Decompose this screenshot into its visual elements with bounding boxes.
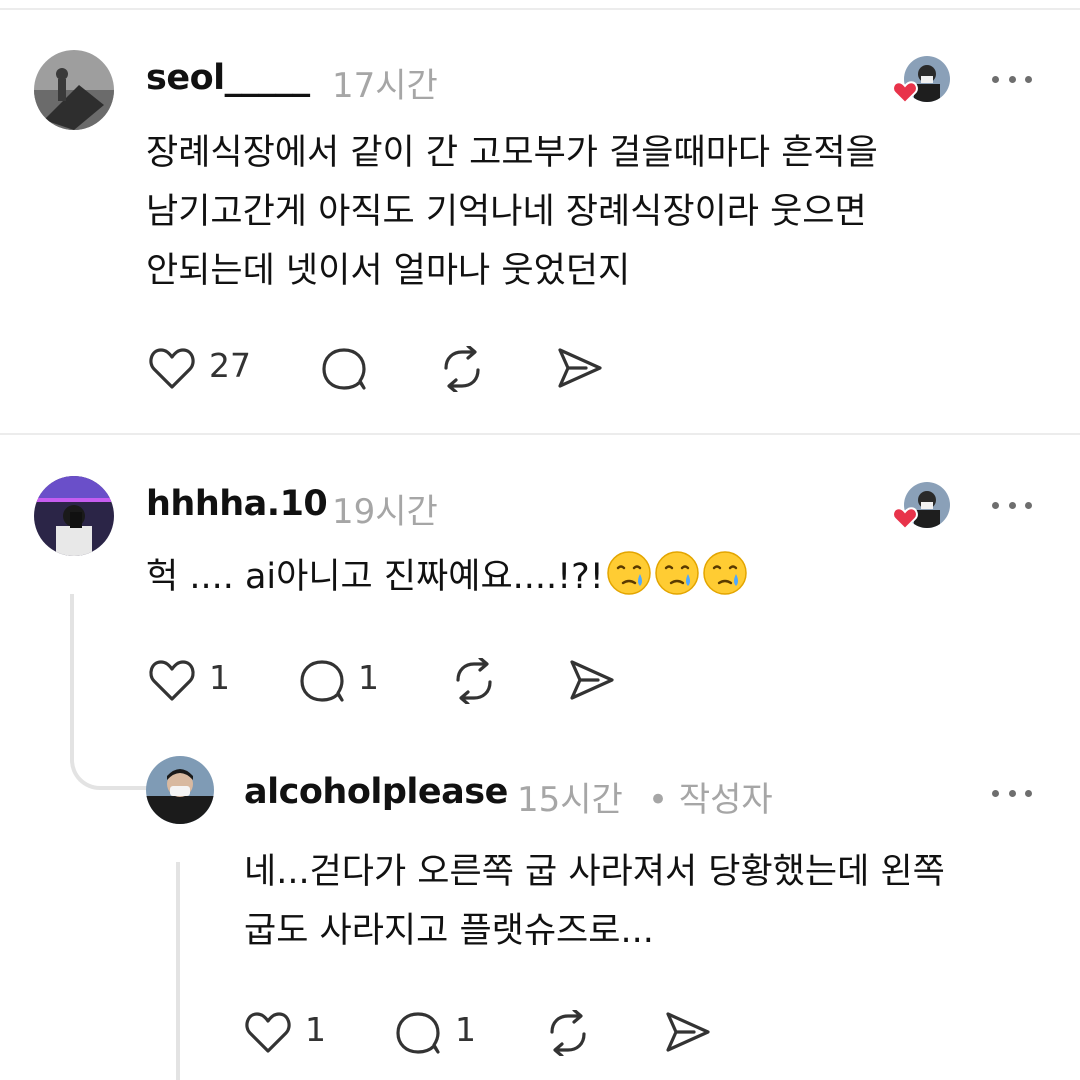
username[interactable]: hhhha.10: [146, 484, 328, 524]
comment-line: 안되는데 넷이서 얼마나 웃었던지: [146, 251, 631, 291]
repost-icon: [550, 1010, 586, 1056]
like-count: 1: [209, 658, 230, 697]
share-button[interactable]: [556, 346, 604, 390]
comment-line: 장례식장에서 같이 간 고모부가 걸을때마다 흔적을: [146, 133, 878, 173]
comment-icon: [396, 1012, 440, 1054]
reply-count: 1: [455, 1010, 476, 1049]
heart-filled-icon: [892, 81, 918, 104]
timestamp: 19시간: [332, 492, 438, 532]
repost-button[interactable]: [544, 1010, 592, 1056]
heart-filled-icon: [892, 507, 918, 530]
author-badge: • 작성자: [648, 780, 773, 820]
crying-face-emoji-icon: [607, 551, 651, 595]
username[interactable]: alcoholplease: [244, 772, 508, 812]
top-divider: [0, 8, 1080, 10]
like-button[interactable]: [148, 346, 196, 390]
avatar[interactable]: [34, 476, 114, 556]
comment-icon: [322, 348, 366, 390]
reply-button[interactable]: [320, 346, 368, 392]
thread-connector: [70, 594, 150, 790]
like-count: 27: [209, 346, 251, 385]
repost-icon: [444, 346, 480, 392]
crying-face-emoji-icon: [655, 551, 699, 595]
comment-line: 굽도 사라지고 플랫슈즈로...: [244, 911, 654, 951]
share-button[interactable]: [664, 1010, 712, 1054]
avatar[interactable]: [34, 50, 114, 130]
reply-button[interactable]: [394, 1010, 442, 1056]
like-button[interactable]: [148, 658, 196, 702]
more-icon[interactable]: [992, 74, 1032, 84]
timestamp: 15시간: [517, 780, 623, 820]
repost-icon: [456, 658, 492, 704]
share-icon: [570, 660, 614, 700]
repost-button[interactable]: [450, 658, 498, 704]
more-icon[interactable]: [992, 500, 1032, 510]
more-icon[interactable]: [992, 788, 1032, 798]
author-liked-badge: [892, 482, 950, 530]
repost-button[interactable]: [438, 346, 486, 392]
timestamp: 17시간: [332, 66, 438, 106]
reply-button[interactable]: [298, 658, 346, 704]
heart-icon: [149, 348, 195, 389]
share-icon: [558, 348, 602, 388]
author-liked-badge: [892, 56, 950, 104]
share-icon: [666, 1012, 710, 1052]
like-button[interactable]: [244, 1010, 292, 1054]
thread-line: [176, 862, 180, 1080]
comment-divider: [0, 433, 1080, 435]
comment-line: 헉 .... ai아니고 진짜예요....!?!: [146, 557, 604, 597]
like-count: 1: [305, 1010, 326, 1049]
comment-line: 남기고간게 아직도 기억나네 장례식장이라 웃으면: [146, 192, 867, 232]
share-button[interactable]: [568, 658, 616, 702]
comment-icon: [300, 660, 344, 702]
avatar[interactable]: [146, 756, 214, 824]
username[interactable]: seol_____: [146, 58, 310, 98]
comment-line: 네...걷다가 오른쪽 굽 사라져서 당황했는데 왼쪽: [244, 852, 945, 892]
heart-icon: [149, 660, 195, 701]
comment-text: 장례식장에서 같이 간 고모부가 걸을때마다 흔적을 남기고간게 아직도 기억나…: [146, 124, 878, 301]
heart-icon: [245, 1012, 291, 1053]
comment-text: 헉 .... ai아니고 진짜예요....!?!: [146, 548, 748, 607]
crying-face-emoji-icon: [703, 551, 747, 595]
comment-text: 네...걷다가 오른쪽 굽 사라져서 당황했는데 왼쪽 굽도 사라지고 플랫슈즈…: [244, 843, 945, 961]
reply-count: 1: [358, 658, 379, 697]
